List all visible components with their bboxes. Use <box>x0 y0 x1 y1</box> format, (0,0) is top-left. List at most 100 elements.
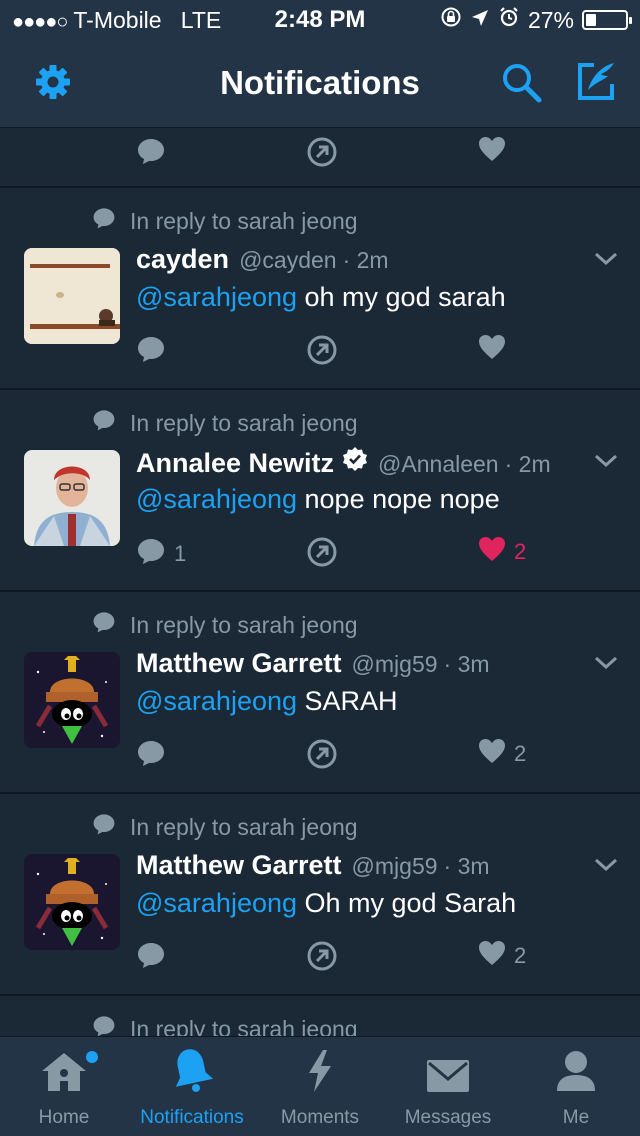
tab-bar: Home Notifications Moments Messages Me <box>0 1036 640 1136</box>
retweet-button[interactable] <box>306 334 338 372</box>
reply-context: In reply to sarah jeong <box>92 408 358 438</box>
status-bar: ●●●●○ T-Mobile LTE 2:48 PM 27% <box>0 0 640 40</box>
reply-count: 1 <box>174 541 187 566</box>
display-name[interactable]: cayden <box>136 244 229 275</box>
display-name[interactable]: Matthew Garrett <box>136 648 342 679</box>
like-button[interactable] <box>478 136 506 168</box>
tweet-header: cayden @cayden · 2m <box>136 244 580 275</box>
tweet-menu-button[interactable] <box>594 858 618 877</box>
notifications-feed[interactable]: In reply to sarah jeong cayden @cayden ·… <box>0 128 640 1036</box>
tweet-item[interactable]: In reply to sarah jeong Matthew Garrett … <box>0 592 640 794</box>
display-name[interactable]: Annalee Newitz <box>136 448 334 479</box>
tweet-item[interactable]: In reply to sarah jeong cayden @cayden ·… <box>0 188 640 390</box>
status-right: 27% <box>440 6 632 34</box>
like-button[interactable] <box>478 334 514 366</box>
search-button[interactable] <box>497 60 545 108</box>
tweet-actions <box>136 136 556 172</box>
reply-context-icon <box>92 1014 116 1036</box>
retweet-button[interactable] <box>306 940 338 978</box>
retweet-icon <box>306 136 338 174</box>
tab-label: Home <box>38 1107 90 1128</box>
tweet-item[interactable]: In reply to sarah jeong Annalee Newitz @… <box>0 390 640 592</box>
like-count: 2 <box>514 741 527 766</box>
retweet-button[interactable] <box>306 536 338 574</box>
avatar[interactable] <box>24 450 120 546</box>
tweet-body-text: SARAH <box>297 686 398 716</box>
reply-context-text: In reply to sarah jeong <box>130 813 358 840</box>
battery-level <box>586 14 596 26</box>
tweet-time: · 3m <box>443 651 490 677</box>
reply-button[interactable] <box>136 940 174 976</box>
tweet-menu-button[interactable] <box>594 656 618 675</box>
tab-notifications[interactable]: Notifications <box>128 1037 256 1136</box>
reply-context-text: In reply to sarah jeong <box>130 207 358 234</box>
avatar[interactable] <box>24 248 120 344</box>
heart-icon <box>478 940 506 972</box>
tweet-body-text: nope nope nope <box>297 484 500 514</box>
tweet-menu-button[interactable] <box>594 252 618 271</box>
reply-context-icon <box>92 408 116 438</box>
tweet-item[interactable] <box>0 128 640 188</box>
tweet-item[interactable]: In reply to sarah jeong <box>0 996 640 1036</box>
retweet-button[interactable] <box>306 738 338 776</box>
chevron-down-icon <box>594 252 618 270</box>
reply-icon <box>136 536 166 572</box>
reply-context: In reply to sarah jeong <box>92 610 358 640</box>
mention-link[interactable]: @sarahjeong <box>136 888 297 918</box>
tweet-header: Matthew Garrett @mjg59 · 3m <box>136 850 580 881</box>
lightning-icon <box>305 1049 335 1099</box>
envelope-icon <box>426 1059 470 1099</box>
search-icon <box>499 60 543 109</box>
compose-button[interactable] <box>572 60 620 108</box>
tweet-text: @sarahjeong oh my god sarah <box>136 282 506 313</box>
like-button[interactable]: 2 <box>478 940 526 972</box>
tweet-body-text: Oh my god Sarah <box>297 888 517 918</box>
tweet-time: · 3m <box>443 853 490 879</box>
mention-link[interactable]: @sarahjeong <box>136 686 297 716</box>
user-handle: @mjg59 <box>351 651 438 677</box>
alarm-icon <box>498 6 520 34</box>
like-button[interactable]: 2 <box>478 536 526 568</box>
reply-context-text: In reply to sarah jeong <box>130 611 358 638</box>
reply-button[interactable]: 1 <box>136 536 186 572</box>
tweet-actions: 2 <box>136 940 556 976</box>
retweet-icon <box>306 738 338 776</box>
mention-link[interactable]: @sarahjeong <box>136 484 297 514</box>
tab-me[interactable]: Me <box>512 1037 640 1136</box>
heart-icon <box>478 334 506 366</box>
tab-home[interactable]: Home <box>0 1037 128 1136</box>
tab-messages[interactable]: Messages <box>384 1037 512 1136</box>
tab-moments[interactable]: Moments <box>256 1037 384 1136</box>
reply-context-text: In reply to sarah jeong <box>130 409 358 436</box>
tweet-actions <box>136 334 556 370</box>
compose-icon <box>574 60 618 109</box>
tweet-menu-button[interactable] <box>594 454 618 473</box>
nav-bar: Notifications <box>0 40 640 128</box>
avatar[interactable] <box>24 854 120 950</box>
person-icon <box>555 1049 597 1099</box>
user-handle: @Annaleen <box>378 451 499 477</box>
reply-context: In reply to sarah jeong <box>92 812 358 842</box>
reply-context-icon <box>92 812 116 842</box>
retweet-icon <box>306 536 338 574</box>
reply-context: In reply to sarah jeong <box>92 206 358 236</box>
display-name[interactable]: Matthew Garrett <box>136 850 342 881</box>
tab-label: Notifications <box>140 1107 244 1128</box>
bell-icon <box>170 1047 214 1099</box>
verified-badge-icon <box>342 446 368 477</box>
tweet-item[interactable]: In reply to sarah jeong Matthew Garrett … <box>0 794 640 996</box>
reply-button[interactable] <box>136 334 174 370</box>
avatar[interactable] <box>24 652 120 748</box>
reply-button[interactable] <box>136 738 174 774</box>
battery-percent: 27% <box>527 6 574 33</box>
mention-link[interactable]: @sarahjeong <box>136 282 297 312</box>
tab-label: Moments <box>280 1107 360 1128</box>
reply-button[interactable] <box>136 136 166 172</box>
chevron-down-icon <box>594 656 618 674</box>
tweet-time: · 2m <box>504 451 551 477</box>
tweet-text: @sarahjeong SARAH <box>136 686 398 717</box>
heart-icon <box>478 738 506 770</box>
like-button[interactable]: 2 <box>478 738 526 770</box>
rotation-lock-icon <box>440 6 462 34</box>
retweet-button[interactable] <box>306 136 338 174</box>
